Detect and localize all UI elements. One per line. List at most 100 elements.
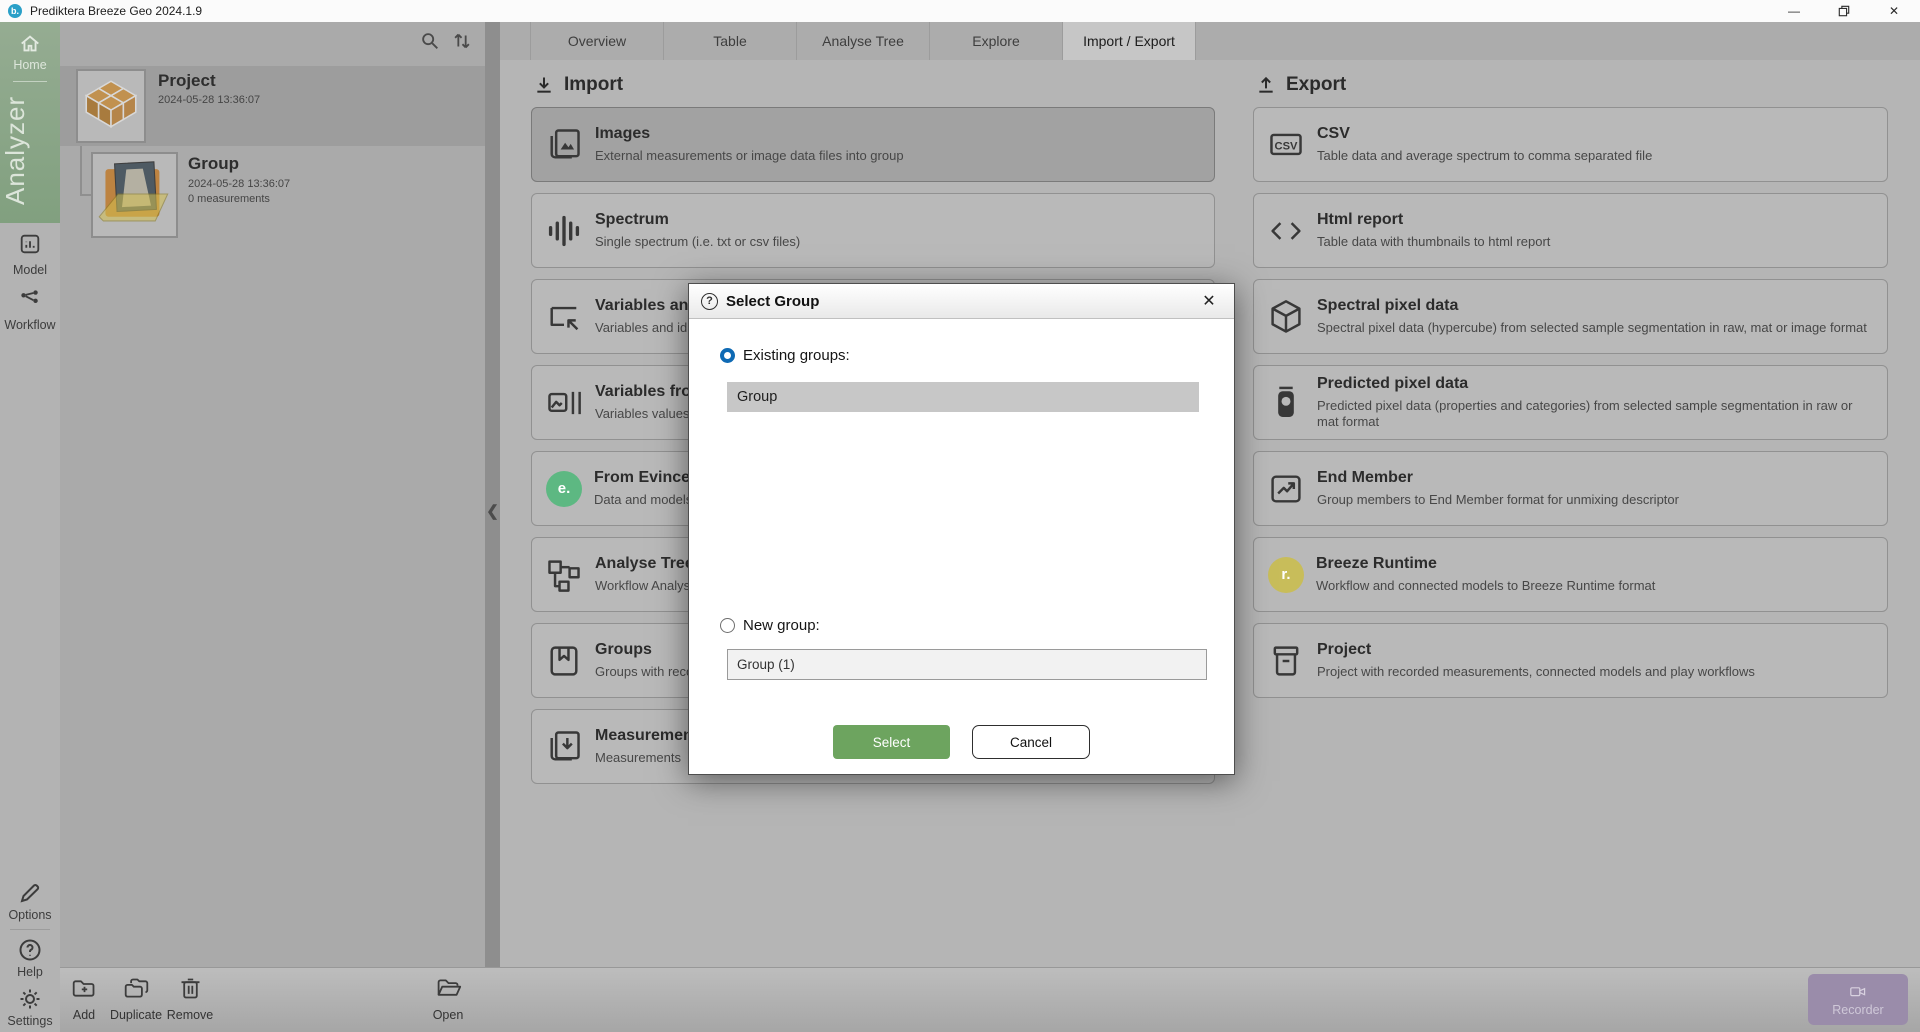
new-group-radio[interactable]: New group:	[720, 617, 820, 634]
minimize-icon[interactable]: —	[1786, 3, 1802, 19]
tab-table[interactable]: Table	[664, 22, 797, 60]
sidebar-item-analyzer[interactable]: Analyzer	[0, 86, 60, 214]
card-desc: Single spectrum (i.e. txt or csv files)	[595, 234, 800, 250]
toolbar-item-remove[interactable]: Remove	[164, 975, 216, 1022]
groups-icon	[545, 642, 583, 680]
add-folder-icon	[71, 975, 98, 1007]
sidebar-divider	[13, 81, 47, 82]
analyse-tree-icon	[545, 556, 583, 594]
title-bar: b. Prediktera Breeze Geo 2024.1.9 — ✕	[0, 0, 1920, 22]
card-desc: Group members to End Member format for u…	[1317, 492, 1679, 508]
app-window: b. Prediktera Breeze Geo 2024.1.9 — ✕ Ho…	[0, 0, 1920, 1032]
dialog-help-icon[interactable]: ?	[701, 293, 718, 310]
card-desc: External measurements or image data file…	[595, 148, 904, 164]
sidebar-nav: Model Workflow	[0, 232, 60, 332]
group-row[interactable]: Group 2024-05-28 13:36:07 0 measurements	[60, 150, 485, 245]
sidebar-item-home[interactable]: Home	[0, 22, 60, 72]
tab-spacer	[500, 22, 531, 60]
measurements-icon	[545, 728, 583, 766]
import-header: Import	[531, 62, 1215, 107]
card-desc: Data and models	[594, 492, 692, 508]
card-desc: Predicted pixel data (properties and cat…	[1317, 398, 1869, 431]
existing-groups-list: Group	[727, 382, 1199, 412]
toolbar-item-label: Remove	[167, 1008, 214, 1022]
window-title: Prediktera Breeze Geo 2024.1.9	[30, 4, 202, 18]
select-group-dialog: ? Select Group ✕ Existing groups: Group …	[688, 283, 1235, 775]
import-item-spectrum[interactable]: Spectrum Single spectrum (i.e. txt or csv…	[531, 193, 1215, 268]
project-row[interactable]: Project 2024-05-28 13:36:07	[60, 66, 485, 146]
sidebar-item-label: Settings	[7, 1014, 52, 1028]
card-title: Project	[1317, 641, 1755, 659]
project-title: Project	[158, 71, 216, 91]
tab-overview[interactable]: Overview	[531, 22, 664, 60]
sidebar-item-label: Model	[13, 263, 47, 277]
recorder-button[interactable]: Recorder	[1808, 974, 1908, 1025]
dialog-title-bar: ? Select Group ✕	[689, 284, 1234, 319]
card-title: Images	[595, 125, 904, 143]
tab-import-export[interactable]: Import / Export	[1063, 22, 1196, 60]
export-item-predicted-pixel-data[interactable]: Predicted pixel data Predicted pixel data…	[1253, 365, 1888, 440]
maximize-icon[interactable]	[1836, 3, 1852, 19]
export-item-csv[interactable]: CSVCSVTable data and average spectrum to…	[1253, 107, 1888, 182]
toolbar-item-add[interactable]: Add	[60, 975, 108, 1022]
trash-icon	[177, 975, 204, 1007]
export-column: Export CSVCSVTable data and average spec…	[1253, 62, 1888, 709]
footer-bar: Add DuplicateRemove Open Recorder	[60, 967, 1920, 1032]
open-folder-icon	[435, 975, 462, 1007]
card-title: End Member	[1317, 469, 1679, 487]
runtime-badge: r.	[1268, 557, 1304, 593]
sidebar-bottom: Options Help Settings	[0, 880, 60, 1028]
new-group-input[interactable]	[727, 649, 1207, 680]
import-header-label: Import	[564, 74, 623, 96]
close-icon[interactable]: ✕	[1886, 3, 1902, 19]
toolbar-item-duplicate[interactable]: Duplicate	[104, 975, 168, 1022]
sidebar-item-options[interactable]: Options	[8, 880, 51, 922]
nav-sidebar: Home Analyzer Model Workflow Options Help…	[0, 22, 60, 1032]
group-option-group[interactable]: Group	[727, 382, 1199, 412]
toolbar-item-label: Add	[73, 1008, 95, 1022]
analyzer-section: Home Analyzer	[0, 22, 60, 223]
sidebar-item-label: Workflow	[4, 318, 55, 332]
export-item-end-member[interactable]: End Member Group members to End Member fo…	[1253, 451, 1888, 526]
export-item-project[interactable]: Project Project with recorded measurement…	[1253, 623, 1888, 698]
sidebar-item-model[interactable]: Model	[0, 232, 60, 277]
card-title: Predicted pixel data	[1317, 375, 1869, 393]
card-title: From Evince	[594, 469, 692, 487]
project-box-icon	[1267, 642, 1305, 680]
radio-selected-icon[interactable]	[720, 348, 735, 363]
sidebar-item-workflow[interactable]: Workflow	[0, 287, 60, 332]
cancel-button[interactable]: Cancel	[972, 725, 1090, 759]
toolbar-item-open[interactable]: Open	[422, 975, 474, 1022]
card-desc: Workflow Analyse	[595, 578, 697, 594]
export-item-html-report[interactable]: Html reportTable data with thumbnails to…	[1253, 193, 1888, 268]
sidebar-item-label: Home	[13, 58, 46, 72]
select-button[interactable]: Select	[833, 725, 950, 759]
export-item-spectral-pixel-data[interactable]: Spectral pixel dataSpectral pixel data (…	[1253, 279, 1888, 354]
endmember-chart-icon	[1267, 470, 1305, 508]
card-desc: Project with recorded measurements, conn…	[1317, 664, 1755, 680]
sidebar-item-help[interactable]: Help	[17, 937, 43, 979]
gear-icon	[17, 986, 43, 1012]
export-icon	[1256, 75, 1276, 95]
radio-unselected-icon[interactable]	[720, 618, 735, 633]
export-header: Export	[1253, 62, 1888, 107]
tab-explore[interactable]: Explore	[930, 22, 1063, 60]
search-icon[interactable]	[419, 30, 441, 57]
export-item-breeze-runtime[interactable]: r.Breeze RuntimeWorkflow and connected m…	[1253, 537, 1888, 612]
sidebar-item-label: Help	[17, 965, 43, 979]
import-item-images[interactable]: Images External measurements or image dat…	[531, 107, 1215, 182]
dialog-close-icon[interactable]: ✕	[1196, 291, 1222, 311]
spectrum-icon	[545, 212, 583, 250]
card-title: Analyse Tree	[595, 555, 697, 573]
pencil-icon	[17, 880, 43, 906]
existing-groups-radio[interactable]: Existing groups:	[720, 347, 850, 364]
tab-analyse-tree[interactable]: Analyse Tree	[797, 22, 930, 60]
collapse-chevron-icon[interactable]: ❮	[485, 502, 500, 520]
sort-icon[interactable]	[451, 30, 473, 57]
export-header-label: Export	[1286, 74, 1346, 96]
sidebar-item-settings[interactable]: Settings	[7, 986, 52, 1028]
variables-id-icon	[545, 298, 583, 336]
card-title: Spectrum	[595, 211, 800, 229]
group-thumbnail	[91, 152, 178, 238]
panel-collapse-strip[interactable]: ❮	[485, 22, 500, 967]
